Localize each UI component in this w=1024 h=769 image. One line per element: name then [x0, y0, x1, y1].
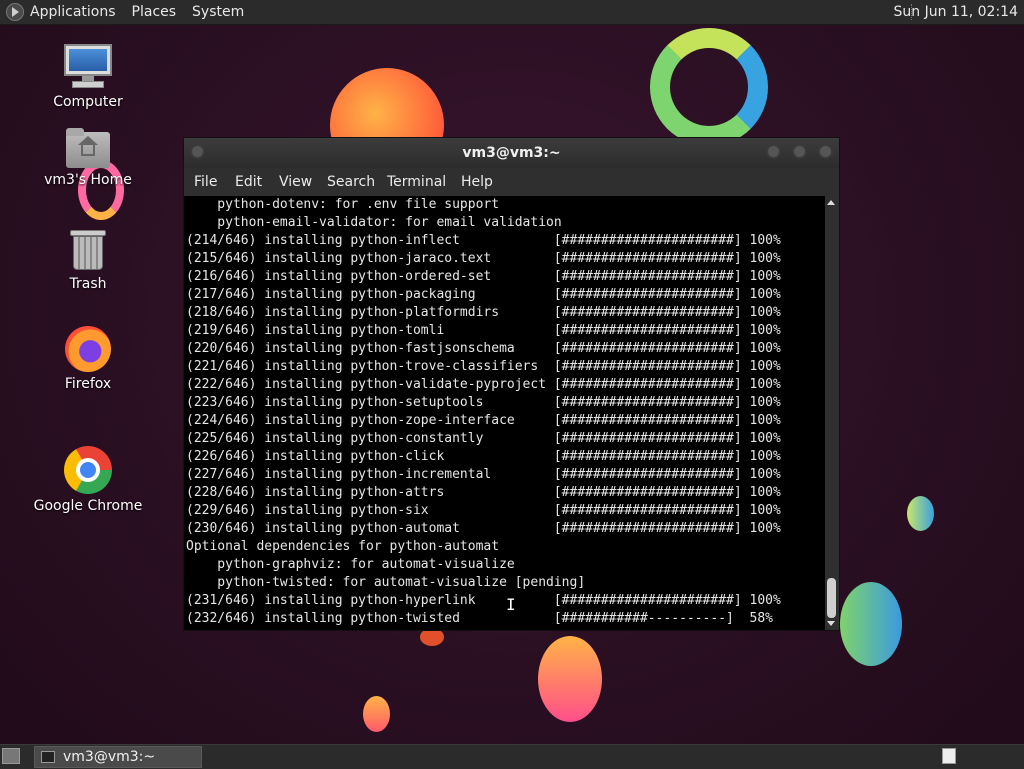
terminal-line: (230/646) installing python-automat [###… [186, 521, 781, 536]
ring-decoration [650, 28, 768, 146]
terminal-line: (227/646) installing python-incremental … [186, 467, 781, 482]
computer-icon [64, 44, 112, 90]
trash-icon [70, 228, 106, 272]
taskbar-button-terminal[interactable]: vm3@vm3:~ [34, 746, 202, 768]
chrome-icon [64, 446, 112, 494]
desktop-icon-label: Google Chrome [33, 498, 143, 514]
clock[interactable]: Sun Jun 11, 02:14 [894, 4, 1018, 20]
terminal-window[interactable]: vm3@vm3:~ File Edit View Search Terminal… [183, 137, 840, 631]
desktop-icon-computer[interactable]: Computer [33, 44, 143, 110]
top-panel: Applications Places System Sun Jun 11, 0… [0, 0, 1024, 25]
desktop-icon-label: Trash [69, 276, 107, 292]
terminal-line: (231/646) installing python-hyperlink [#… [186, 593, 781, 608]
terminal-line: (226/646) installing python-click [#####… [186, 449, 781, 464]
os-logo-icon[interactable] [6, 3, 24, 21]
terminal-line: (222/646) installing python-validate-pyp… [186, 377, 781, 392]
workspace-switcher[interactable] [942, 748, 956, 764]
places-menu[interactable]: Places [132, 4, 177, 20]
terminal-line: (224/646) installing python-zope-interfa… [186, 413, 781, 428]
bottom-panel: vm3@vm3:~ [0, 744, 1024, 769]
terminal-line: (232/646) installing python-twisted [###… [186, 611, 773, 626]
terminal-line: python-email-validator: for email valida… [186, 215, 562, 230]
terminal-line: (214/646) installing python-inflect [###… [186, 233, 781, 248]
terminal-line: (229/646) installing python-six [#######… [186, 503, 781, 518]
applications-menu[interactable]: Applications [30, 4, 116, 20]
firefox-icon [65, 326, 111, 372]
menu-view[interactable]: View [279, 174, 312, 190]
terminal-line: (216/646) installing python-ordered-set … [186, 269, 781, 284]
menu-help[interactable]: Help [461, 174, 493, 190]
desktop-icon-firefox[interactable]: Firefox [33, 326, 143, 392]
terminal-icon [41, 751, 55, 763]
desktop-icon-label: Firefox [64, 376, 112, 392]
terminal-line: (219/646) installing python-tomli [#####… [186, 323, 781, 338]
menu-edit[interactable]: Edit [235, 174, 262, 190]
maximize-button[interactable] [792, 144, 807, 159]
small-orange-blob-decoration [363, 696, 390, 732]
terminal-line: python-graphviz: for automat-visualize [186, 557, 515, 572]
terminal-line: Optional dependencies for python-automat [186, 539, 500, 554]
scrollbar-thumb[interactable] [827, 578, 836, 618]
minimize-button[interactable] [766, 144, 781, 159]
pink-blob-decoration [538, 636, 602, 722]
scrollbar[interactable] [825, 196, 838, 630]
terminal-line: (225/646) installing python-constantly [… [186, 431, 781, 446]
menubar: File Edit View Search Terminal Help [184, 168, 839, 196]
close-button[interactable] [818, 144, 833, 159]
desktop-icon-home[interactable]: vm3's Home [33, 128, 143, 188]
window-titlebar[interactable]: vm3@vm3:~ [184, 138, 839, 168]
terminal-line: (223/646) installing python-setuptools [… [186, 395, 781, 410]
menu-search[interactable]: Search [327, 174, 375, 190]
terminal-line: python-dotenv: for .env file support [186, 197, 500, 212]
desktop-icon-trash[interactable]: Trash [33, 228, 143, 292]
terminal-line: (217/646) installing python-packaging [#… [186, 287, 781, 302]
taskbar-label: vm3@vm3:~ [63, 749, 156, 765]
desktop-icon-label: Computer [53, 94, 123, 110]
show-desktop-icon[interactable] [2, 748, 20, 764]
menu-terminal[interactable]: Terminal [387, 174, 446, 190]
desktop-icon-label: vm3's Home [44, 172, 132, 188]
scroll-down-icon[interactable] [827, 621, 835, 626]
terminal-line: (220/646) installing python-fastjsonsche… [186, 341, 781, 356]
terminal-line: python-twisted: for automat-visualize [p… [186, 575, 586, 590]
text-cursor-icon: I [506, 595, 516, 614]
teal-blob-decoration [907, 496, 934, 531]
menu-file[interactable]: File [194, 174, 217, 190]
green-blue-blob-decoration [840, 582, 902, 666]
scroll-up-icon[interactable] [827, 200, 835, 205]
window-title: vm3@vm3:~ [462, 145, 561, 161]
terminal-output[interactable]: python-dotenv: for .env file support pyt… [184, 196, 825, 630]
home-folder-icon [66, 128, 110, 168]
system-menu[interactable]: System [192, 4, 244, 20]
terminal-line: (228/646) installing python-attrs [#####… [186, 485, 781, 500]
terminal-line: (218/646) installing python-platformdirs… [186, 305, 781, 320]
terminal-line: (215/646) installing python-jaraco.text … [186, 251, 781, 266]
terminal-line: (221/646) installing python-trove-classi… [186, 359, 781, 374]
desktop-icon-chrome[interactable]: Google Chrome [33, 446, 143, 514]
